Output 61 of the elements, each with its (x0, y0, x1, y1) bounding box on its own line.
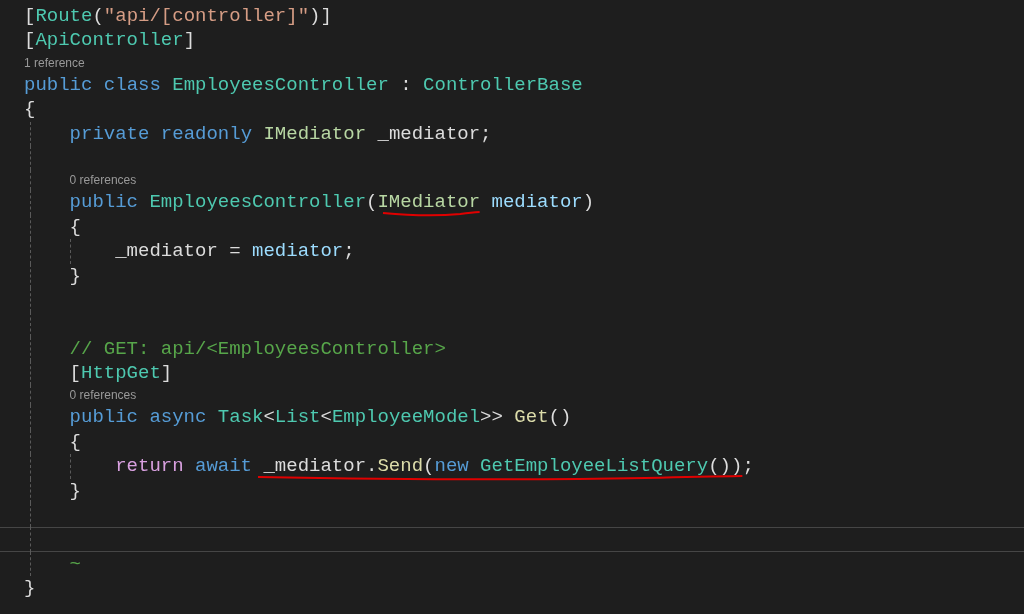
code-token: = (228, 239, 241, 264)
code-token: ()) (708, 455, 743, 478)
code-token: [ (69, 361, 81, 386)
string-literal: "api/[controller]" (103, 4, 310, 29)
code-token: } (24, 576, 36, 601)
code-token: { (24, 97, 36, 122)
type-name: EmployeesController (171, 72, 389, 98)
code-comment: // GET: api/<EmployeesController> (69, 336, 446, 362)
code-token: < (320, 405, 332, 430)
code-token: >> (480, 405, 503, 430)
code-token: { (69, 429, 81, 455)
method-name: Get (513, 405, 549, 430)
keyword-token: public (69, 190, 138, 215)
type-name: EmployeesController (148, 190, 367, 215)
code-token: ; (742, 454, 754, 479)
reference-count[interactable]: 0 references (69, 170, 137, 191)
keyword-token: new (434, 455, 469, 478)
keyword-token: public (24, 72, 93, 98)
keyword-token: private (69, 121, 150, 146)
type-name: HttpGet (81, 361, 161, 386)
method-name: Send (377, 455, 424, 478)
code-token: [ (24, 4, 36, 29)
keyword-token: return (115, 454, 184, 479)
end-of-file-marker: ~ (69, 551, 81, 577)
code-token: )] (309, 4, 332, 29)
code-token: () (548, 405, 572, 430)
code-token: ] (183, 28, 196, 53)
keyword-token: async (148, 405, 207, 430)
code-token: } (69, 478, 81, 504)
interface-name: IMediator (262, 121, 367, 146)
code-token: < (263, 405, 275, 430)
type-name: List (274, 405, 321, 430)
code-token: ) (582, 190, 595, 215)
type-name: Task (216, 405, 264, 430)
keyword-token: readonly (159, 121, 253, 146)
type-name: ApiController (35, 28, 184, 53)
keyword-token: public (69, 405, 138, 430)
code-token: _mediator (262, 455, 367, 478)
keyword-token: await (194, 454, 253, 479)
code-token: { (69, 214, 81, 240)
type-name: ControllerBase (422, 72, 583, 98)
code-token: _mediator; (376, 121, 492, 146)
code-token: : (399, 72, 412, 98)
code-token: [ (24, 28, 36, 53)
code-token: _mediator (115, 239, 218, 264)
type-name: Route (35, 4, 93, 29)
type-name: EmployeeModel (331, 405, 481, 430)
code-token: ( (423, 455, 435, 478)
code-token: ; (343, 239, 355, 264)
interface-name: IMediator (377, 191, 481, 214)
parameter-name: mediator (251, 239, 344, 264)
keyword-token: class (102, 72, 161, 98)
type-name: GetEmployeeListQuery (479, 455, 709, 478)
code-token: } (69, 263, 81, 288)
code-token: ] (160, 361, 173, 386)
code-token: . (366, 455, 378, 478)
parameter-name: mediator (490, 190, 583, 215)
code-token: ( (92, 4, 104, 29)
code-token: ( (366, 190, 378, 215)
reference-count[interactable]: 1 reference (24, 52, 85, 73)
reference-count[interactable]: 0 references (69, 385, 137, 406)
